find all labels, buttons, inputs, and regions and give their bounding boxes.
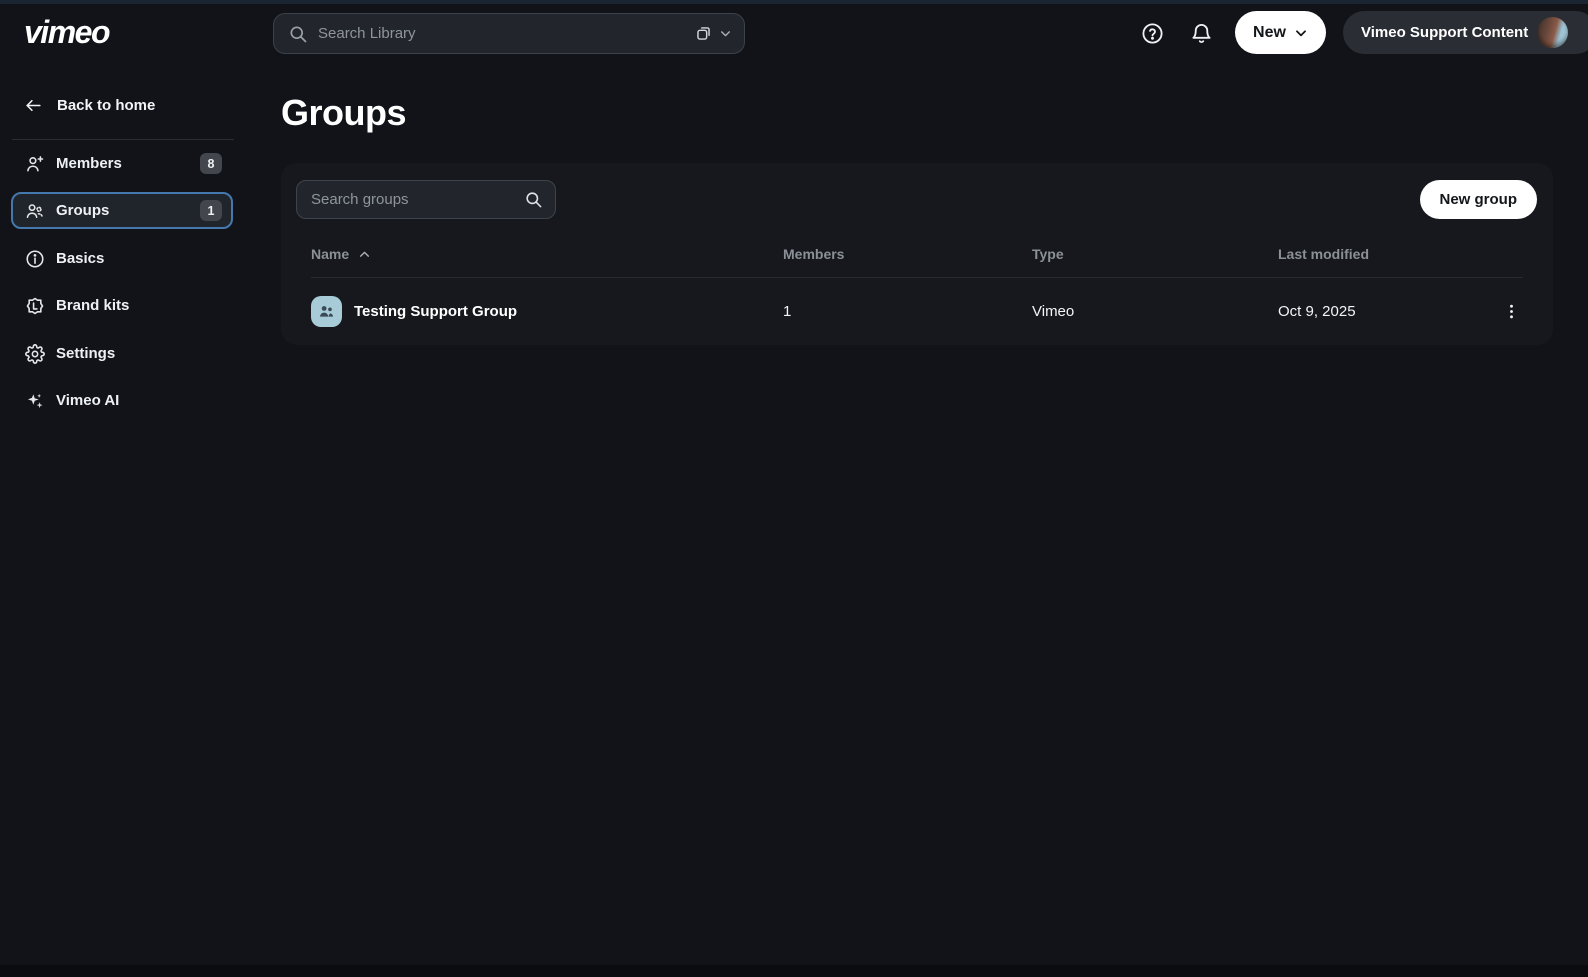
- bell-icon: [1190, 22, 1213, 45]
- vimeo-logo[interactable]: vimeo: [24, 14, 109, 50]
- sidebar-item-members[interactable]: Members 8: [11, 145, 233, 182]
- new-group-button[interactable]: New group: [1420, 180, 1538, 219]
- account-menu[interactable]: Vimeo Support Content: [1343, 11, 1588, 54]
- collections-icon: [694, 24, 713, 43]
- sidebar-item-label: Basics: [56, 250, 104, 267]
- members-count-badge: 8: [200, 153, 222, 174]
- help-button[interactable]: [1139, 20, 1165, 46]
- groups-count-badge: 1: [200, 200, 222, 221]
- arrow-left-icon: [24, 96, 43, 115]
- group-last-modified: Oct 9, 2025: [1278, 303, 1499, 320]
- people-icon: [317, 302, 336, 321]
- library-search-input[interactable]: [318, 25, 694, 42]
- sidebar-item-vimeo-ai[interactable]: Vimeo AI: [11, 382, 233, 419]
- column-header-members[interactable]: Members: [783, 246, 1032, 262]
- kebab-menu-icon: [1503, 303, 1520, 320]
- vimeo-admin-app: vimeo New Vimeo Support Content Back to …: [0, 0, 1588, 977]
- group-type: Vimeo: [1032, 303, 1278, 320]
- groups-search-input[interactable]: [311, 191, 524, 208]
- column-header-type[interactable]: Type: [1032, 246, 1278, 262]
- brand-kit-icon: [25, 296, 45, 316]
- table-header: Name Members Type Last modified: [311, 243, 1523, 265]
- person-add-icon: [25, 154, 45, 174]
- group-members-count: 1: [783, 303, 1032, 320]
- sidebar-item-brand-kits[interactable]: Brand kits: [11, 287, 233, 324]
- new-button-label: New: [1253, 24, 1286, 42]
- help-icon: [1141, 22, 1164, 45]
- column-header-name[interactable]: Name: [311, 246, 783, 262]
- sidebar-item-label: Vimeo AI: [56, 392, 119, 409]
- groups-search-bar[interactable]: [296, 180, 556, 219]
- sidebar-item-label: Members: [56, 155, 122, 172]
- sparkle-icon: [25, 391, 45, 411]
- bottom-edge-strip: [0, 965, 1588, 977]
- column-label: Name: [311, 246, 349, 262]
- back-to-home-link[interactable]: Back to home: [24, 96, 155, 115]
- sidebar-divider: [12, 139, 234, 140]
- sidebar-item-settings[interactable]: Settings: [11, 335, 233, 372]
- sidebar-item-label: Settings: [56, 345, 115, 362]
- groups-panel: New group Name Members Type Last modifie…: [281, 163, 1553, 345]
- sidebar-item-label: Brand kits: [56, 297, 129, 314]
- sidebar-item-label: Groups: [56, 202, 109, 219]
- group-avatar: [311, 296, 342, 327]
- table-row[interactable]: Testing Support Group 1 Vimeo Oct 9, 202…: [311, 278, 1523, 344]
- page-title: Groups: [281, 92, 406, 134]
- account-name: Vimeo Support Content: [1361, 24, 1528, 41]
- user-avatar: [1537, 17, 1568, 48]
- search-icon: [288, 24, 308, 44]
- top-edge-strip: [0, 0, 1588, 4]
- gear-icon: [25, 344, 45, 364]
- chevron-down-icon: [1294, 26, 1308, 40]
- group-name: Testing Support Group: [354, 303, 517, 320]
- column-header-last-modified[interactable]: Last modified: [1278, 246, 1499, 262]
- chevron-down-icon: [719, 27, 732, 40]
- sidebar-item-basics[interactable]: Basics: [11, 240, 233, 277]
- people-icon: [25, 201, 45, 221]
- search-icon[interactable]: [524, 190, 543, 209]
- info-icon: [25, 249, 45, 269]
- sort-ascending-icon: [358, 248, 371, 261]
- row-actions-button[interactable]: [1499, 297, 1523, 325]
- library-search-bar[interactable]: [273, 13, 745, 54]
- search-scope-selector[interactable]: [694, 24, 732, 43]
- new-button[interactable]: New: [1235, 11, 1326, 54]
- notifications-button[interactable]: [1188, 20, 1214, 46]
- group-name-cell[interactable]: Testing Support Group: [311, 296, 783, 327]
- sidebar-item-groups[interactable]: Groups 1: [11, 192, 233, 229]
- back-to-home-label: Back to home: [57, 97, 155, 114]
